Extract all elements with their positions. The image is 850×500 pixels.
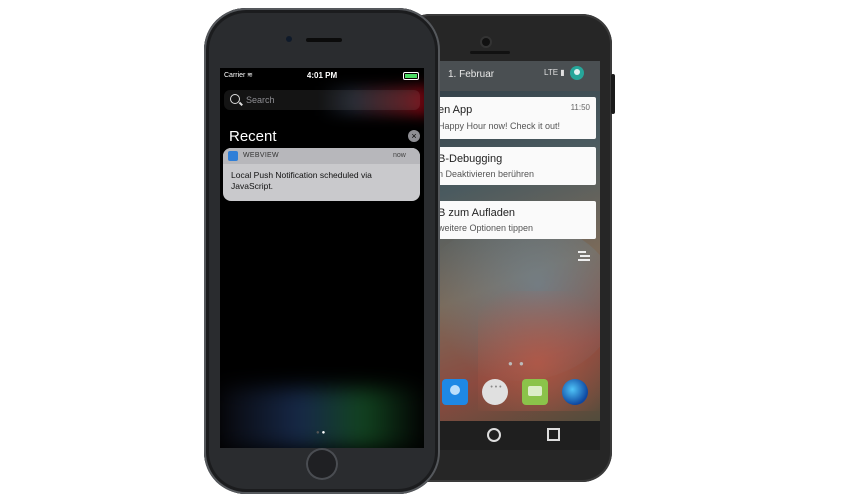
android-nav-bar xyxy=(438,421,600,450)
notification-app-name: WEBVIEW xyxy=(243,152,279,159)
page-indicator: ● ● xyxy=(508,359,526,368)
notification-title: B zum Aufladen xyxy=(438,207,516,219)
browser-app-icon[interactable] xyxy=(562,379,588,405)
status-time: 4:01 PM xyxy=(306,71,338,80)
section-title: Recent xyxy=(229,128,277,145)
notification-card[interactable]: B zum Aufladen weitere Optionen tippen xyxy=(438,201,596,239)
webview-app-icon xyxy=(228,151,238,161)
notification-title: B-Debugging xyxy=(438,153,503,165)
page-indicator: ●● xyxy=(316,430,328,436)
android-front-camera xyxy=(482,38,490,46)
clear-all-icon[interactable] xyxy=(578,251,590,263)
android-screen: 1. Februar LTE ▮ en App 11:50 Happy Hour… xyxy=(438,61,600,450)
messaging-app-icon[interactable] xyxy=(522,379,548,405)
notification-card[interactable]: en App 11:50 Happy Hour now! Check it ou… xyxy=(438,97,596,139)
iphone-screen: Carrier ≋ 4:01 PM Search Recent × WEBVIE… xyxy=(220,68,424,448)
notification-text: Local Push Notification scheduled via Ja… xyxy=(231,170,372,191)
user-avatar-icon[interactable] xyxy=(570,66,584,80)
status-date: 1. Februar xyxy=(448,69,495,80)
home-button-icon[interactable] xyxy=(487,428,501,442)
notification-card[interactable]: WEBVIEW now Local Push Notification sche… xyxy=(223,148,420,201)
search-placeholder: Search xyxy=(246,95,275,105)
iphone: Carrier ≋ 4:01 PM Search Recent × WEBVIE… xyxy=(204,8,440,494)
notification-text: weitere Optionen tippen xyxy=(438,223,534,233)
search-icon xyxy=(230,94,240,104)
ios-status-bar: Carrier ≋ 4:01 PM xyxy=(220,68,424,84)
android-earpiece xyxy=(470,51,510,54)
notification-time: 11:50 xyxy=(570,103,590,112)
notification-text: n Deaktivieren berühren xyxy=(438,169,535,179)
close-icon[interactable]: × xyxy=(408,130,420,142)
battery-icon xyxy=(403,72,419,80)
contacts-app-icon[interactable] xyxy=(442,379,468,405)
notification-card[interactable]: B-Debugging n Deaktivieren berühren xyxy=(438,147,596,185)
iphone-earpiece xyxy=(306,38,342,42)
wallpaper-glow xyxy=(220,388,424,448)
signal-battery-icon: LTE ▮ xyxy=(544,68,565,77)
android-status-bar: 1. Februar LTE ▮ xyxy=(438,61,600,91)
recent-apps-icon[interactable] xyxy=(547,428,560,441)
iphone-front-camera xyxy=(286,36,292,42)
android-power-button xyxy=(611,74,615,114)
search-field[interactable]: Search xyxy=(224,90,420,110)
notification-text: Happy Hour now! Check it out! xyxy=(438,121,561,131)
notification-title: en App xyxy=(438,104,473,116)
notification-header: WEBVIEW now xyxy=(223,148,420,164)
notification-time: now xyxy=(393,152,406,159)
app-drawer-icon[interactable] xyxy=(482,379,508,405)
home-button[interactable] xyxy=(306,448,338,480)
